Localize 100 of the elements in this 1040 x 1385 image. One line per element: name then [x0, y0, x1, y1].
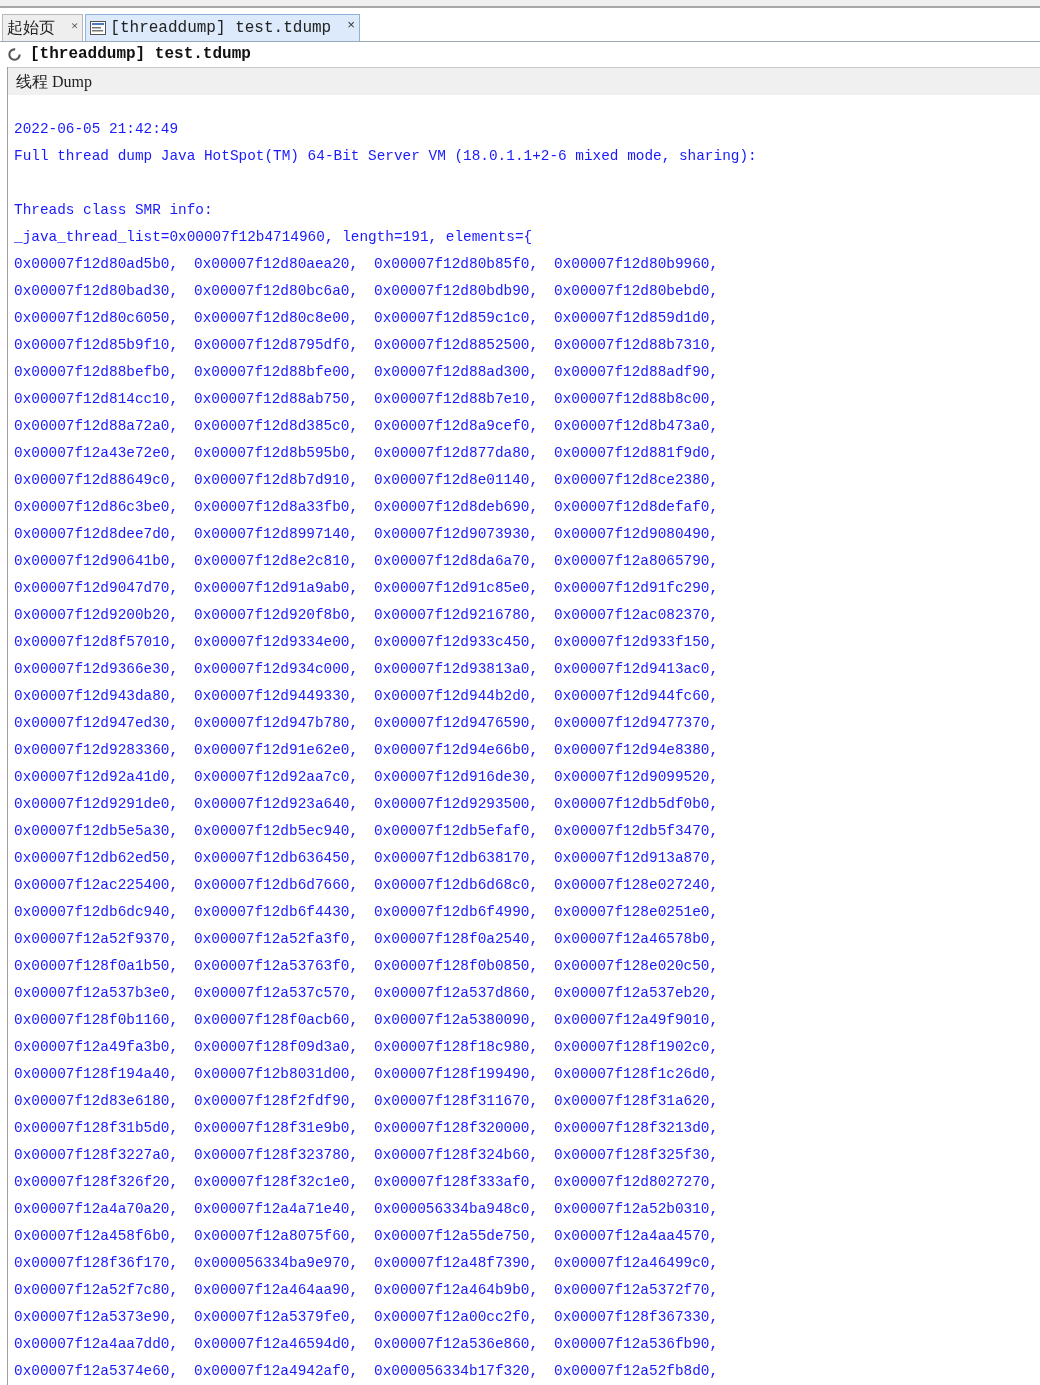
thread-address: 0x00007f12d9449330, [194, 687, 360, 706]
thread-address: 0x00007f12db5df0b0, [554, 795, 720, 814]
thread-address: 0x00007f12a43e72e0, [14, 444, 180, 463]
thread-address: 0x00007f12d933c450, [374, 633, 540, 652]
thread-address: 0x00007f12d88bfe00, [194, 363, 360, 382]
document-tab[interactable]: [threaddump] test.tdump × [85, 13, 360, 41]
thread-address: 0x00007f128f1902c0, [554, 1038, 720, 1057]
thread-address: 0x00007f12a4942af0, [194, 1362, 360, 1381]
thread-address: 0x00007f12db638170, [374, 849, 540, 868]
thread-address: 0x00007f12db6f4990, [374, 903, 540, 922]
thread-address: 0x00007f12d91e62e0, [194, 741, 360, 760]
thread-address: 0x000056334ba9e970, [194, 1254, 360, 1273]
thread-address: 0x00007f128e027240, [554, 876, 720, 895]
document-tab[interactable]: 起始页 × [2, 13, 84, 41]
thread-address: 0x00007f128f326f20, [14, 1173, 180, 1192]
close-button[interactable]: × [347, 18, 355, 32]
thread-address: 0x00007f12db6d68c0, [374, 876, 540, 895]
thread-address: 0x00007f12d90641b0, [14, 552, 180, 571]
thread-address: 0x00007f12d88b7310, [554, 336, 720, 355]
thread-address: 0x00007f12db62ed50, [14, 849, 180, 868]
thread-address: 0x00007f128f0b1160, [14, 1011, 180, 1030]
thread-address: 0x00007f12d9293500, [374, 795, 540, 814]
close-button[interactable]: × [71, 18, 79, 32]
thread-address: 0x00007f12d8e2c810, [194, 552, 360, 571]
thread-address: 0x000056334ba948c0, [374, 1200, 540, 1219]
thread-address: 0x00007f12d80c6050, [14, 309, 180, 328]
thread-address: 0x00007f12d92a41d0, [14, 768, 180, 787]
thread-address: 0x00007f128f0b0850, [374, 957, 540, 976]
thread-address: 0x00007f12d94e8380, [554, 741, 720, 760]
thread-address: 0x000056334b17f320, [374, 1362, 540, 1381]
thread-address: 0x00007f12d9073930, [374, 525, 540, 544]
thread-address: 0x00007f12d80c8e00, [194, 309, 360, 328]
thread-address: 0x00007f12d920f8b0, [194, 606, 360, 625]
thread-address: 0x00007f12d88ab750, [194, 390, 360, 409]
thread-address: 0x00007f12a48f7390, [374, 1254, 540, 1273]
thread-address: 0x00007f128f333af0, [374, 1173, 540, 1192]
thread-address: 0x00007f12a536fb90, [554, 1335, 720, 1354]
thread-address: 0x00007f12d91fc290, [554, 579, 720, 598]
thread-address: 0x00007f12d947b780, [194, 714, 360, 733]
thread-address: 0x00007f128f367330, [554, 1308, 720, 1327]
thread-address: 0x00007f12d8f57010, [14, 633, 180, 652]
thread-address: 0x00007f12a5374e60, [14, 1362, 180, 1381]
thread-address: 0x00007f12d88b7e10, [374, 390, 540, 409]
thread-address: 0x00007f128f31e9b0, [194, 1119, 360, 1138]
thread-address: 0x00007f12a4a71e40, [194, 1200, 360, 1219]
thread-address: 0x00007f12d933f150, [554, 633, 720, 652]
thread-address: 0x00007f128f31a620, [554, 1092, 720, 1111]
thread-address: 0x00007f12a5380090, [374, 1011, 540, 1030]
thread-address: 0x00007f12d91c85e0, [374, 579, 540, 598]
thread-address: 0x00007f12d80bc6a0, [194, 282, 360, 301]
thread-address: 0x00007f12d8a33fb0, [194, 498, 360, 517]
thread-address: 0x00007f12a8075f60, [194, 1227, 360, 1246]
thread-address: 0x00007f12d91a9ab0, [194, 579, 360, 598]
thread-address: 0x00007f12d80bebd0, [554, 282, 720, 301]
thread-address: 0x00007f12a00cc2f0, [374, 1308, 540, 1327]
thread-address: 0x00007f12d8deb690, [374, 498, 540, 517]
thread-address: 0x00007f128e0251e0, [554, 903, 720, 922]
thread-address: 0x00007f128f3213d0, [554, 1119, 720, 1138]
thread-address: 0x00007f12d86c3be0, [14, 498, 180, 517]
thread-address: 0x00007f12d859d1d0, [554, 309, 720, 328]
thread-address: 0x00007f128f32c1e0, [194, 1173, 360, 1192]
thread-address: 0x00007f12d80b85f0, [374, 255, 540, 274]
thread-address: 0x00007f12a464b9b0, [374, 1281, 540, 1300]
thread-address: 0x00007f12ac082370, [554, 606, 720, 625]
thread-address: 0x00007f12d8b7d910, [194, 471, 360, 490]
thread-address: 0x00007f12ac225400, [14, 876, 180, 895]
thread-address: 0x00007f128f31b5d0, [14, 1119, 180, 1138]
thread-address: 0x00007f128f0acb60, [194, 1011, 360, 1030]
document-icon [90, 20, 107, 35]
dump-line: _java_thread_list=0x00007f12b4714960, length=191, elements={ [14, 228, 533, 247]
thread-address: 0x00007f12d8e01140, [374, 471, 540, 490]
thread-address: 0x00007f12d8da6a70, [374, 552, 540, 571]
thread-address: 0x00007f12d92aa7c0, [194, 768, 360, 787]
thread-address: 0x00007f128f323780, [194, 1146, 360, 1165]
thread-address: 0x00007f12db6d7660, [194, 876, 360, 895]
thread-address: 0x00007f12d881f9d0, [554, 444, 720, 463]
thread-address: 0x00007f12d8d385c0, [194, 417, 360, 436]
loading-icon [7, 46, 22, 62]
thread-address: 0x00007f12a52fa3f0, [194, 930, 360, 949]
thread-address: 0x00007f12d9476590, [374, 714, 540, 733]
tab-label: [threaddump] test.tdump [110, 17, 332, 39]
document-title: [threaddump] test.tdump [30, 44, 251, 66]
thread-address: 0x00007f12d8027270, [554, 1173, 720, 1192]
thread-address: 0x00007f12d913a870, [554, 849, 720, 868]
thread-address: 0x00007f12d814cc10, [14, 390, 180, 409]
thread-address: 0x00007f12a537c570, [194, 984, 360, 1003]
thread-address: 0x00007f12d9283360, [14, 741, 180, 760]
thread-address: 0x00007f12db5e5a30, [14, 822, 180, 841]
thread-address: 0x00007f12a4aa4570, [554, 1227, 720, 1246]
thread-address: 0x00007f12d9216780, [374, 606, 540, 625]
thread-address: 0x00007f12d9200b20, [14, 606, 180, 625]
thread-address: 0x00007f12a52f7c80, [14, 1281, 180, 1300]
thread-address: 0x00007f12d8795df0, [194, 336, 360, 355]
thread-address: 0x00007f12a458f6b0, [14, 1227, 180, 1246]
dump-line: Threads class SMR info: [14, 201, 213, 220]
thread-address: 0x00007f12d944b2d0, [374, 687, 540, 706]
thread-address: 0x00007f12a49fa3b0, [14, 1038, 180, 1057]
thread-address: 0x00007f12d9334e00, [194, 633, 360, 652]
thread-address: 0x00007f12d88adf90, [554, 363, 720, 382]
thread-address: 0x00007f12d9477370, [554, 714, 720, 733]
